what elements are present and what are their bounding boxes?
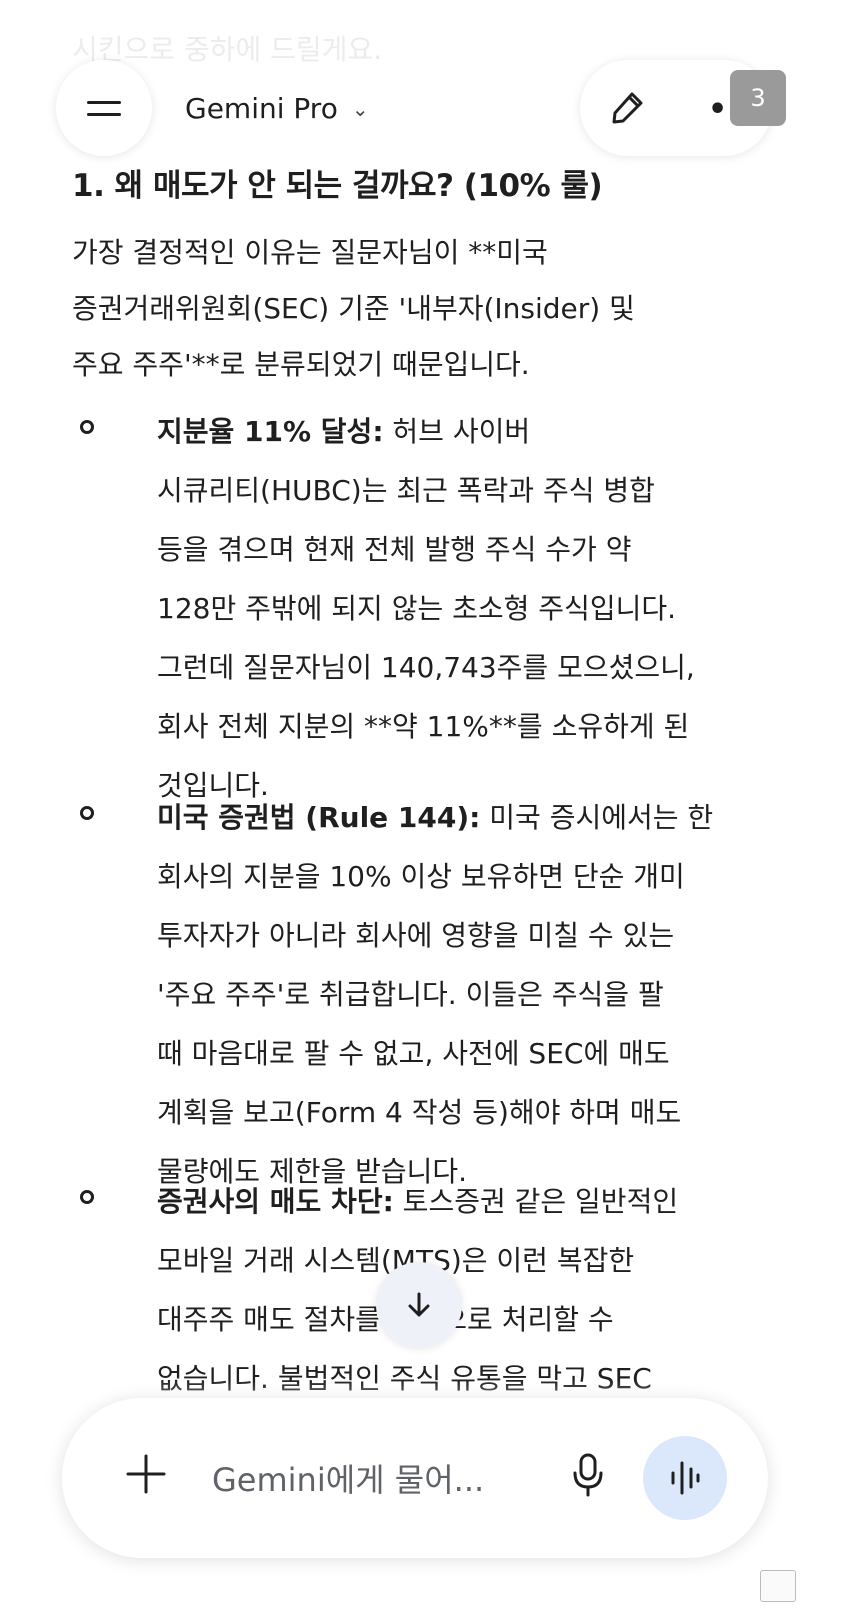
- bullet-circle-icon: [80, 420, 94, 434]
- arrow-down-icon: [408, 1292, 430, 1317]
- bullet-line: 허브 사이버: [383, 415, 531, 448]
- plus-icon[interactable]: [124, 1452, 168, 1496]
- intro-paragraph: 가장 결정적인 이유는 질문자님이 **미국 증권거래위원회(SEC) 기준 '…: [72, 225, 792, 393]
- bullet-title: 지분율 11% 달성:: [157, 415, 384, 448]
- live-audio-button[interactable]: [643, 1436, 727, 1520]
- bullet-line: 계획을 보고(Form 4 작성 등)해야 하며 매도: [157, 1096, 682, 1129]
- bullet-circle-icon: [80, 806, 94, 820]
- live-audio-icon: [671, 1461, 700, 1495]
- bullet-text: 증권사의 매도 차단: 토스증권 같은 일반적인 모바일 거래 시스템(MTS)…: [157, 1172, 817, 1408]
- section-heading: 1. 왜 매도가 안 되는 걸까요? (10% 룰): [72, 168, 603, 204]
- scroll-down-button[interactable]: [376, 1262, 462, 1348]
- notification-badge[interactable]: 3: [730, 70, 786, 126]
- menu-button[interactable]: [56, 60, 152, 156]
- intro-line: 증권거래위원회(SEC) 기준 '내부자(Insider) 및: [72, 292, 635, 325]
- bullet-text: 지분율 11% 달성: 허브 사이버 시큐리티(HUBC)는 최근 폭락과 주식…: [157, 402, 817, 815]
- bullet-title: 증권사의 매도 차단:: [157, 1185, 394, 1218]
- intro-line: 가장 결정적인 이유는 질문자님이 **미국: [72, 236, 548, 269]
- bullet-line: 대주주 매도 절차를 자동으로 처리할 수: [157, 1303, 614, 1336]
- bullet-text: 미국 증권법 (Rule 144): 미국 증시에서는 한 회사의 지분을 10…: [157, 788, 817, 1201]
- bullet-circle-icon: [80, 1190, 94, 1204]
- bullet-line: 그런데 질문자님이 140,743주를 모으셨으니,: [157, 651, 695, 684]
- bullet-line: 128만 주밖에 되지 않는 초소형 주식입니다.: [157, 592, 677, 625]
- bullet-line: 시큐리티(HUBC)는 최근 폭락과 주식 병합: [157, 474, 655, 507]
- bullet-line: 등을 겪으며 현재 전체 발행 주식 수가 약: [157, 533, 632, 566]
- edit-pen-icon[interactable]: [605, 86, 649, 130]
- bullet-line: 회사의 지분을 10% 이상 보유하면 단순 개미: [157, 860, 685, 893]
- bullet-line: 미국 증시에서는 한: [480, 801, 714, 834]
- bullet-title: 미국 증권법 (Rule 144):: [157, 801, 481, 834]
- bullet-line: 모바일 거래 시스템(MTS)은 이런 복잡한: [157, 1244, 635, 1277]
- intro-line: 주요 주주'**로 분류되었기 때문입니다.: [72, 348, 530, 381]
- prompt-input[interactable]: Gemini에게 물어...: [212, 1455, 484, 1501]
- chevron-down-icon: ⌄: [351, 97, 369, 121]
- hamburger-menu-icon: [87, 98, 121, 118]
- app-title: Gemini Pro: [185, 91, 338, 125]
- bullet-line: 때 마음대로 팔 수 없고, 사전에 SEC에 매도: [157, 1037, 670, 1070]
- bullet-line: 투자자가 아니라 회사에 영향을 미칠 수 있는: [157, 919, 675, 952]
- bullet-line: 토스증권 같은 일반적인: [393, 1185, 679, 1218]
- bullet-line: 회사 전체 지분의 **약 11%**를 소유하게 된: [157, 710, 690, 743]
- model-selector[interactable]: Gemini Pro ⌄: [185, 86, 369, 130]
- chat-content: 시킨으로 중하에 드릴게요. 1. 왜 매도가 안 되는 걸까요? (10% 룰…: [0, 0, 850, 1608]
- keyboard-icon: [760, 1570, 796, 1602]
- microphone-icon[interactable]: [570, 1452, 606, 1498]
- bullet-line: '주요 주주'로 취급합니다. 이들은 주식을 팔: [157, 978, 664, 1011]
